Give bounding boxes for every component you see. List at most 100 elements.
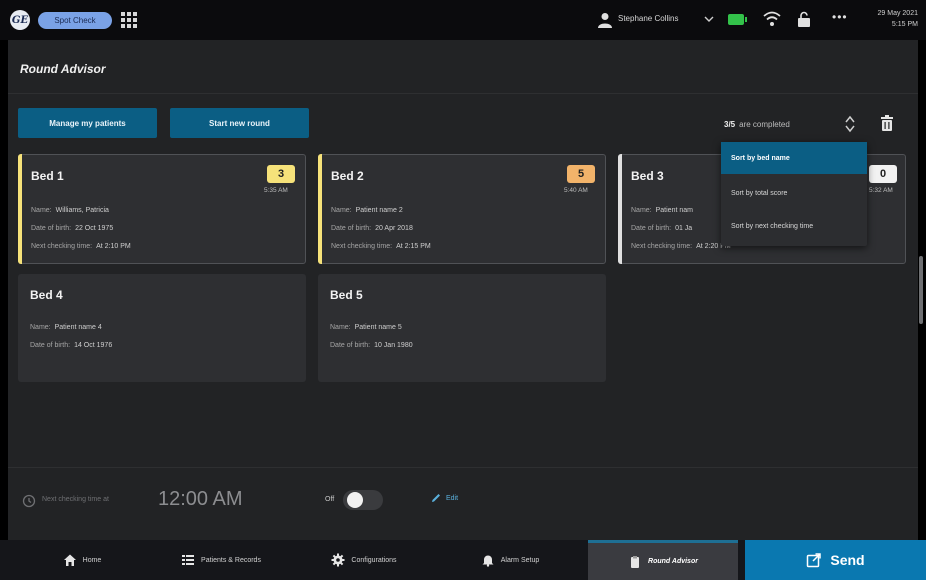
nav-round-label: Round Advisor <box>648 558 698 565</box>
patient-dob: 14 Oct 1976 <box>74 342 113 349</box>
score-badge: 5 <box>567 165 595 183</box>
user-name[interactable]: Stephane Collins <box>618 14 678 23</box>
scrollbar[interactable] <box>919 256 923 324</box>
patient-name: Patient name 4 <box>54 324 102 331</box>
next-check-row: Next checking time: At 2:20 PM <box>631 243 731 250</box>
next-check-row: Next checking time: At 2:10 PM <box>31 243 131 250</box>
date-time: 29 May 2021 5:15 PM <box>862 8 918 30</box>
sort-option-next-checking-time[interactable]: Sort by next checking time <box>721 210 867 242</box>
completed-count: 3/5 <box>724 120 736 129</box>
sort-option-bed-name[interactable]: Sort by bed name <box>721 142 867 174</box>
toggle-state-label: Off <box>325 496 335 503</box>
nav-config-label: Configurations <box>351 556 397 564</box>
dob-row: Date of birth: 14 Oct 1976 <box>30 342 112 349</box>
dob-row: Date of birth: 10 Jan 1980 <box>330 342 413 349</box>
manage-patients-button[interactable]: Manage my patients <box>18 108 157 138</box>
dob-row: Date of birth: 01 Ja <box>631 225 692 232</box>
patient-name-row: Name: Patient name 2 <box>331 207 403 214</box>
dob-label: Date of birth: <box>330 342 371 349</box>
nav-configurations[interactable]: Configurations <box>304 540 424 580</box>
page-title: Round Advisor <box>20 62 106 76</box>
patient-dob: 20 Apr 2018 <box>375 225 413 232</box>
score-time: 5:40 AM <box>564 187 588 194</box>
clock-icon <box>22 494 36 508</box>
bed-card[interactable]: Bed 5 Name: Patient name 5 Date of birth:… <box>318 274 606 382</box>
patient-name: Patient name 2 <box>355 207 403 214</box>
edit-button[interactable]: Edit <box>430 492 458 504</box>
chevron-down-icon[interactable] <box>704 15 714 23</box>
next-checking-label: Next checking time at <box>42 496 109 503</box>
send-export-icon <box>807 553 822 568</box>
bed-title: Bed 4 <box>30 288 63 302</box>
bed-title: Bed 1 <box>31 169 64 183</box>
name-label: Name: <box>331 207 352 214</box>
dob-label: Date of birth: <box>31 225 72 232</box>
nav-home-label: Home <box>82 556 102 564</box>
send-label: Send <box>830 552 865 568</box>
send-button[interactable]: Send <box>745 540 926 580</box>
dob-label: Date of birth: <box>30 342 71 349</box>
name-label: Name: <box>631 207 652 214</box>
list-icon <box>182 555 195 565</box>
status-accent <box>618 154 622 264</box>
patient-name: Patient nam <box>655 207 693 214</box>
dob-label: Date of birth: <box>331 225 372 232</box>
nav-patients-records[interactable]: Patients & Records <box>146 540 296 580</box>
nav-patients-label: Patients & Records <box>201 556 261 564</box>
bed-title: Bed 3 <box>631 169 664 183</box>
patient-name: Williams, Patricia <box>55 207 109 214</box>
sort-dropdown-menu: Sort by bed name Sort by total score Sor… <box>721 142 867 246</box>
next-check-label: Next checking time: <box>331 243 393 250</box>
nav-alarm-label: Alarm Setup <box>500 556 540 564</box>
ge-logo: GE <box>10 10 30 30</box>
start-new-round-button[interactable]: Start new round <box>170 108 309 138</box>
sort-option-total-score[interactable]: Sort by total score <box>721 177 867 209</box>
clipboard-icon <box>631 555 640 568</box>
status-accent <box>318 154 322 264</box>
unlock-icon[interactable] <box>797 11 811 28</box>
battery-icon <box>728 14 747 25</box>
home-icon <box>63 554 76 566</box>
status-accent <box>18 154 22 264</box>
completed-text: are completed <box>739 120 790 129</box>
name-label: Name: <box>330 324 351 331</box>
app-grid-icon[interactable] <box>121 12 137 28</box>
dob-row: Date of birth: 22 Oct 1975 <box>31 225 113 232</box>
score-badge: 3 <box>267 165 295 183</box>
next-checking-toggle[interactable] <box>343 490 383 510</box>
next-checking-time: 12:00 AM <box>158 488 243 510</box>
trash-icon[interactable] <box>880 114 894 132</box>
patient-dob: 22 Oct 1975 <box>75 225 114 232</box>
nav-round-advisor[interactable]: Round Advisor <box>588 540 738 580</box>
dob-label: Date of birth: <box>631 225 672 232</box>
next-check-time: At 2:15 PM <box>396 243 431 250</box>
next-check-time: At 2:10 PM <box>96 243 131 250</box>
date: 29 May 2021 <box>877 10 918 17</box>
top-status-bar: GE Spot Check Stephane Collins ••• 29 Ma… <box>0 0 926 40</box>
sort-icon[interactable] <box>844 114 856 134</box>
patient-name-row: Name: Williams, Patricia <box>31 207 109 214</box>
more-icon[interactable]: ••• <box>832 10 848 24</box>
dob-row: Date of birth: 20 Apr 2018 <box>331 225 413 232</box>
nav-alarm-setup[interactable]: Alarm Setup <box>450 540 570 580</box>
patient-name: Patient name 5 <box>354 324 402 331</box>
alarm-bell-icon <box>482 555 494 567</box>
wifi-icon <box>763 11 781 26</box>
pencil-icon <box>432 494 440 502</box>
next-check-label: Next checking time: <box>31 243 93 250</box>
user-icon <box>598 13 612 28</box>
nav-home[interactable]: Home <box>42 540 122 580</box>
name-label: Name: <box>30 324 51 331</box>
bed-card[interactable]: Bed 1 3 5:35 AM Name: Williams, Patricia … <box>18 154 306 264</box>
next-check-row: Next checking time: At 2:15 PM <box>331 243 431 250</box>
score-time: 5:35 AM <box>264 187 288 194</box>
app-mode-pill[interactable]: Spot Check <box>38 12 112 29</box>
bed-card[interactable]: Bed 2 5 5:40 AM Name: Patient name 2 Date… <box>318 154 606 264</box>
toggle-knob <box>347 492 363 508</box>
bed-title: Bed 5 <box>330 288 363 302</box>
score-badge: 0 <box>869 165 897 183</box>
edit-label: Edit <box>446 494 459 502</box>
bed-card[interactable]: Bed 4 Name: Patient name 4 Date of birth:… <box>18 274 306 382</box>
completion-status: 3/5 are completed <box>724 120 790 129</box>
bed-title: Bed 2 <box>331 169 364 183</box>
